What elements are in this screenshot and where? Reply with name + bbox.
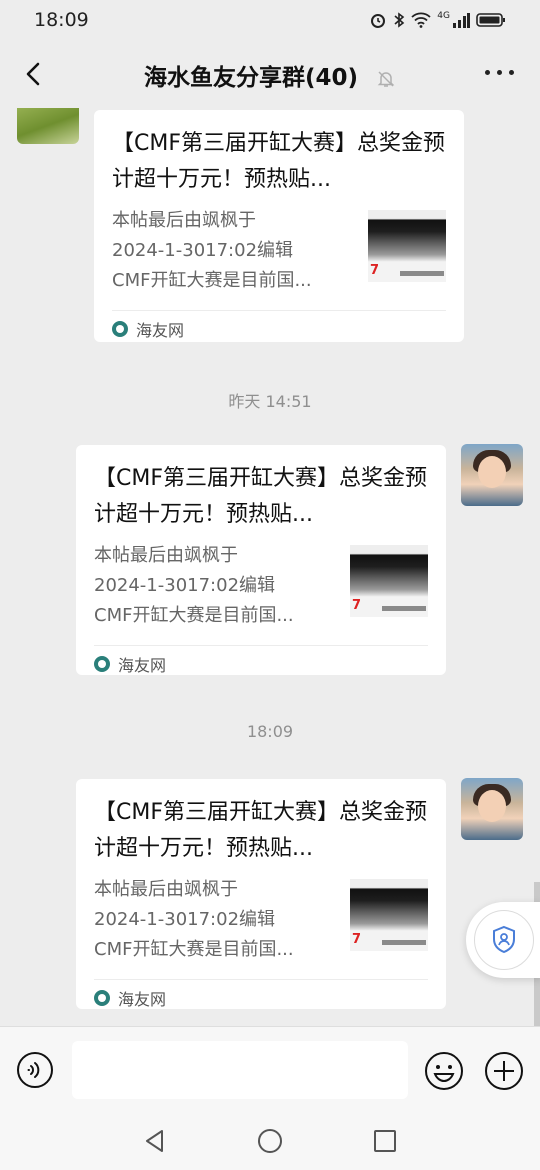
- status-bar: 18:09 4G: [0, 0, 540, 40]
- more-dots-icon[interactable]: [485, 70, 514, 75]
- input-bar: [0, 1026, 540, 1115]
- message-input[interactable]: [72, 1041, 408, 1099]
- card-title: 【CMF第三届开缸大赛】总奖金预计超十万元！预热贴...: [112, 131, 445, 192]
- mute-bell-icon: [377, 70, 395, 87]
- chat-header: 海水鱼友分享群(40): [0, 40, 540, 108]
- floating-security-button[interactable]: [466, 902, 540, 978]
- link-card[interactable]: 【CMF第三届开缸大赛】总奖金预计超十万元！预热贴... 本帖最后由飒枫于 20…: [76, 779, 446, 1009]
- signal-icon: [453, 13, 470, 28]
- card-title: 【CMF第三届开缸大赛】总奖金预计超十万元！预热贴...: [94, 466, 427, 527]
- timestamp: 昨天 14:51: [228, 392, 312, 411]
- card-thumbnail: 7: [350, 545, 428, 617]
- source-logo-icon: [112, 321, 128, 337]
- source-logo-icon: [94, 990, 110, 1006]
- card-thumbnail: 7: [350, 879, 428, 951]
- shield-person-icon: [493, 925, 515, 954]
- card-description: 本帖最后由飒枫于 2024-1-3017:02编辑 CMF开缸大赛是目前国...: [94, 879, 294, 960]
- nav-recents-icon[interactable]: [372, 1128, 398, 1154]
- alarm-icon: [371, 14, 386, 28]
- network-type: 4G: [437, 11, 450, 21]
- status-icons: 4G: [369, 11, 506, 29]
- system-navigation-bar: [0, 1114, 540, 1170]
- chat-title-wrap: 海水鱼友分享群(40): [0, 58, 540, 92]
- wifi-icon: [411, 12, 431, 28]
- card-source-name: 海友网: [118, 990, 167, 1009]
- card-source: 海友网: [94, 979, 428, 1016]
- bluetooth-icon: [394, 12, 405, 28]
- source-logo-icon: [94, 656, 110, 672]
- link-card[interactable]: 【CMF第三届开缸大赛】总奖金预计超十万元！预热贴... 本帖最后由飒枫于 20…: [76, 445, 446, 675]
- card-source-name: 海友网: [136, 321, 185, 340]
- card-description: 本帖最后由飒枫于 2024-1-3017:02编辑 CMF开缸大赛是目前国...: [94, 545, 294, 626]
- chat-messages[interactable]: 【CMF第三届开缸大赛】总奖金预计超十万元！预热贴... 本帖最后由飒枫于 20…: [0, 108, 540, 1026]
- voice-icon[interactable]: [16, 1051, 54, 1089]
- link-card[interactable]: 【CMF第三届开缸大赛】总奖金预计超十万元！预热贴... 本帖最后由飒枫于 20…: [94, 110, 464, 342]
- card-source-name: 海友网: [118, 656, 167, 675]
- card-source: 海友网: [94, 645, 428, 682]
- card-description: 本帖最后由飒枫于 2024-1-3017:02编辑 CMF开缸大赛是目前国...: [112, 210, 312, 291]
- avatar[interactable]: [17, 108, 79, 144]
- nav-home-icon[interactable]: [257, 1128, 283, 1154]
- avatar[interactable]: [461, 778, 523, 840]
- battery-icon: [476, 13, 505, 27]
- status-time: 18:09: [34, 9, 89, 31]
- emoji-icon[interactable]: [424, 1051, 464, 1091]
- card-thumbnail: 7: [368, 210, 446, 282]
- plus-icon[interactable]: [484, 1051, 524, 1091]
- avatar[interactable]: [461, 444, 523, 506]
- card-source: 海友网: [112, 310, 446, 347]
- card-title: 【CMF第三届开缸大赛】总奖金预计超十万元！预热贴...: [94, 800, 427, 861]
- chat-title: 海水鱼友分享群(40): [143, 65, 358, 91]
- nav-back-icon[interactable]: [142, 1128, 168, 1154]
- timestamp: 18:09: [246, 722, 294, 741]
